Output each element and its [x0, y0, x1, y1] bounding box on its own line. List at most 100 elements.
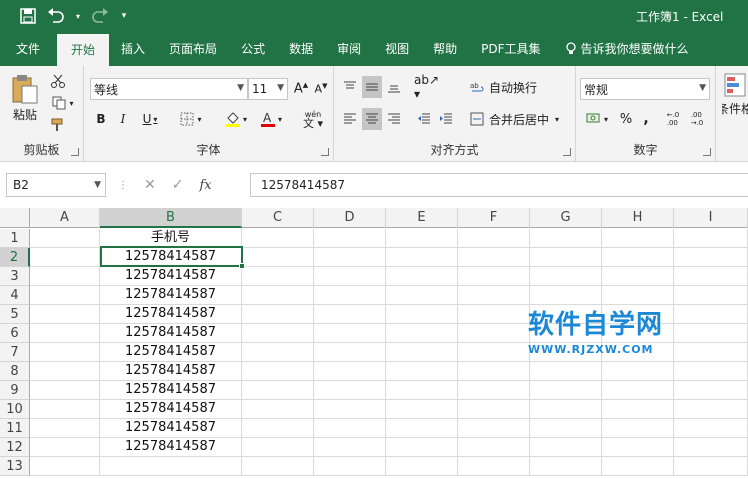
cell-e4[interactable]: [386, 286, 458, 305]
alignment-launcher-icon[interactable]: [563, 148, 571, 156]
cell-b6[interactable]: 12578414587: [100, 324, 242, 343]
merge-center-button[interactable]: 合并后居中 ▾: [470, 108, 570, 130]
cell-d2[interactable]: [314, 248, 386, 267]
cell-f12[interactable]: [458, 438, 530, 457]
column-header-g[interactable]: G: [530, 208, 602, 228]
cell-g10[interactable]: [530, 400, 602, 419]
cell-a9[interactable]: [30, 381, 100, 400]
underline-button[interactable]: U ▾: [136, 108, 164, 130]
name-box[interactable]: B2 ▼: [6, 173, 106, 197]
cell-a13[interactable]: [30, 457, 100, 476]
column-header-a[interactable]: A: [30, 208, 100, 228]
cell-e5[interactable]: [386, 305, 458, 324]
cell-b3[interactable]: 12578414587: [100, 267, 242, 286]
cell-i1[interactable]: [674, 229, 748, 248]
cell-i9[interactable]: [674, 381, 748, 400]
tab-home[interactable]: 开始: [57, 34, 110, 66]
cell-h1[interactable]: [602, 229, 674, 248]
cell-d10[interactable]: [314, 400, 386, 419]
fill-handle[interactable]: [239, 263, 245, 269]
cell-d5[interactable]: [314, 305, 386, 324]
cell-b8[interactable]: 12578414587: [100, 362, 242, 381]
cell-i6[interactable]: [674, 324, 748, 343]
cell-b11[interactable]: 12578414587: [100, 419, 242, 438]
tab-review[interactable]: 审阅: [325, 32, 373, 66]
align-bottom-button[interactable]: [384, 76, 404, 98]
cell-d7[interactable]: [314, 343, 386, 362]
cell-e10[interactable]: [386, 400, 458, 419]
copy-button[interactable]: ▾: [48, 94, 78, 112]
comma-button[interactable]: ,: [638, 108, 654, 130]
column-header-e[interactable]: E: [386, 208, 458, 228]
cell-e11[interactable]: [386, 419, 458, 438]
cell-i12[interactable]: [674, 438, 748, 457]
align-right-button[interactable]: [384, 108, 404, 130]
cell-c8[interactable]: [242, 362, 314, 381]
select-all-button[interactable]: [0, 208, 30, 228]
cell-a4[interactable]: [30, 286, 100, 305]
cell-a5[interactable]: [30, 305, 100, 324]
decrease-font-button[interactable]: A▼: [312, 78, 330, 100]
cell-d11[interactable]: [314, 419, 386, 438]
cell-b9[interactable]: 12578414587: [100, 381, 242, 400]
cell-f11[interactable]: [458, 419, 530, 438]
cell-b7[interactable]: 12578414587: [100, 343, 242, 362]
row-header-6[interactable]: 6: [0, 324, 30, 343]
cell-h2[interactable]: [602, 248, 674, 267]
cell-b4[interactable]: 12578414587: [100, 286, 242, 305]
cell-h8[interactable]: [602, 362, 674, 381]
cell-e3[interactable]: [386, 267, 458, 286]
align-middle-button[interactable]: [362, 76, 382, 98]
cell-e2[interactable]: [386, 248, 458, 267]
cell-f8[interactable]: [458, 362, 530, 381]
cell-c7[interactable]: [242, 343, 314, 362]
row-header-13[interactable]: 13: [0, 457, 30, 476]
row-header-7[interactable]: 7: [0, 343, 30, 362]
tab-insert[interactable]: 插入: [109, 32, 157, 66]
increase-decimal-button[interactable]: ←.0.00: [662, 108, 684, 130]
cell-i13[interactable]: [674, 457, 748, 476]
cell-h11[interactable]: [602, 419, 674, 438]
save-icon[interactable]: [18, 6, 38, 26]
cell-c4[interactable]: [242, 286, 314, 305]
row-header-9[interactable]: 9: [0, 381, 30, 400]
insert-function-icon[interactable]: fx: [199, 178, 211, 193]
cell-a2[interactable]: [30, 248, 100, 267]
cell-g11[interactable]: [530, 419, 602, 438]
cell-d4[interactable]: [314, 286, 386, 305]
cell-c5[interactable]: [242, 305, 314, 324]
align-top-button[interactable]: [340, 76, 360, 98]
cell-e6[interactable]: [386, 324, 458, 343]
italic-button[interactable]: I: [114, 108, 132, 130]
decrease-decimal-button[interactable]: .00 →.0: [686, 108, 708, 130]
row-header-10[interactable]: 10: [0, 400, 30, 419]
increase-font-button[interactable]: A▲: [292, 78, 310, 100]
cell-f9[interactable]: [458, 381, 530, 400]
cell-c10[interactable]: [242, 400, 314, 419]
phonetic-button[interactable]: wén 文 ▾: [298, 106, 328, 132]
align-left-button[interactable]: [340, 108, 360, 130]
cell-e9[interactable]: [386, 381, 458, 400]
cell-i7[interactable]: [674, 343, 748, 362]
tell-me-box[interactable]: 告诉我你想要做什么: [553, 32, 701, 66]
cell-g4[interactable]: [530, 286, 602, 305]
cell-a11[interactable]: [30, 419, 100, 438]
enter-icon[interactable]: ✓: [172, 177, 184, 193]
cell-h9[interactable]: [602, 381, 674, 400]
cell-g2[interactable]: [530, 248, 602, 267]
cell-g1[interactable]: [530, 229, 602, 248]
cell-f1[interactable]: [458, 229, 530, 248]
undo-icon[interactable]: [46, 6, 66, 26]
font-name-select[interactable]: 等线 ▼: [90, 78, 248, 100]
row-header-1[interactable]: 1: [0, 229, 30, 248]
cell-g12[interactable]: [530, 438, 602, 457]
cell-b5[interactable]: 12578414587: [100, 305, 242, 324]
cell-a12[interactable]: [30, 438, 100, 457]
cell-b13[interactable]: [100, 457, 242, 476]
row-header-8[interactable]: 8: [0, 362, 30, 381]
cell-c1[interactable]: [242, 229, 314, 248]
row-header-2[interactable]: 2: [0, 248, 30, 267]
cell-c2[interactable]: [242, 248, 314, 267]
cell-e7[interactable]: [386, 343, 458, 362]
cell-a1[interactable]: [30, 229, 100, 248]
